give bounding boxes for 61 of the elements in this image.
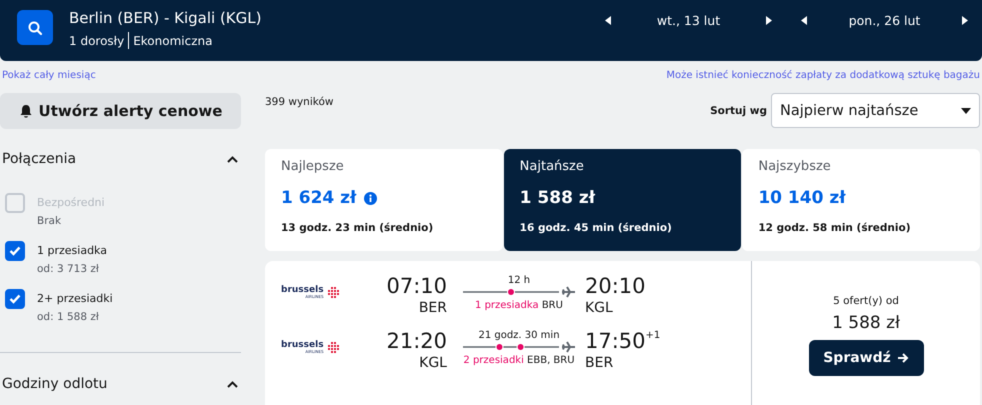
tab-label: Najszybsze <box>758 159 832 174</box>
passengers-text[interactable]: 1 dorosły <box>69 34 124 48</box>
checkbox[interactable] <box>5 289 25 309</box>
arrival-time: 17:50 <box>585 330 646 354</box>
tab-price: 10 140 zł <box>758 188 846 208</box>
price-alert-button[interactable]: Utwórz alerty cenowe <box>0 93 241 129</box>
arrival-time: 20:10 <box>585 275 646 298</box>
sort-tab[interactable]: Najlepsze 1 624 zł 13 godz. 23 min (średnio) <box>265 149 503 251</box>
flight-duration: 12 h <box>508 275 530 286</box>
check-button[interactable]: Sprawdź <box>808 340 924 376</box>
previous-date-icon[interactable] <box>605 16 611 25</box>
filter-heading: Godziny odlotu <box>2 376 108 392</box>
tab-duration: 13 godz. 23 min (średnio) <box>281 222 434 234</box>
filter-option-price: od: 3 713 zł <box>37 263 100 275</box>
stops-text: 2 przesiadki EBB, BRU <box>463 355 575 366</box>
filter-option-label: 1 przesiadka <box>37 244 107 257</box>
checkmark-icon <box>9 246 21 256</box>
tab-duration: 16 godz. 45 min (średnio) <box>520 222 673 234</box>
checkmark-icon <box>9 294 21 304</box>
day-offset: +1 <box>646 330 660 341</box>
offer-price: 1 588 zł <box>832 313 900 333</box>
tab-label: Najlepsze <box>281 159 345 174</box>
filter-option-label: 2+ przesiadki <box>37 292 113 305</box>
route-title[interactable]: Berlin (BER) - Kigali (KGL) <box>69 9 262 27</box>
airport-code: KGL <box>585 300 614 316</box>
flight-duration: 21 godz. 30 min <box>478 330 560 341</box>
filter-option-price: Brak <box>37 215 62 227</box>
caret-icon <box>961 108 971 114</box>
arrow-right-icon <box>896 352 909 364</box>
previous-date-icon[interactable] <box>801 16 807 25</box>
filter-option-price: od: 1 588 zł <box>37 311 100 323</box>
checkbox[interactable] <box>5 241 25 261</box>
sort-label: Sortuj wg <box>710 104 767 116</box>
date-selector[interactable]: wt., 13 lut <box>611 13 766 28</box>
tab-label: Najtańsze <box>520 159 585 174</box>
tab-price: 1 624 zł <box>281 188 356 208</box>
search-button[interactable] <box>17 10 53 45</box>
tab-price: 1 588 zł <box>520 188 596 208</box>
next-date-icon[interactable] <box>766 16 772 25</box>
offers-count: 5 ofert(y) od <box>833 295 899 307</box>
chevron-up-icon[interactable] <box>227 156 238 162</box>
cabin-class-text[interactable]: Ekonomiczna <box>133 34 212 48</box>
date-selector[interactable]: pon., 26 lut <box>807 13 962 28</box>
next-date-icon[interactable] <box>962 16 968 25</box>
show-month-link[interactable]: Pokaż cały miesiąc <box>2 70 96 85</box>
filter-heading: Połączenia <box>2 151 76 167</box>
sort-dropdown[interactable]: Najpierw najtańsze <box>771 93 980 128</box>
tab-duration: 12 godz. 58 min (średnio) <box>758 222 912 234</box>
info-icon[interactable] <box>364 192 378 204</box>
bell-icon <box>18 104 33 118</box>
airport-code: BER <box>585 355 614 372</box>
stops-text: 1 przesiadka BRU <box>475 300 563 311</box>
search-icon <box>27 20 43 36</box>
filter-option-label: Bezpośredni <box>37 196 105 209</box>
baggage-fee-link[interactable]: Może istnieć konieczność zapłaty za dodatkową sztukę bagażu <box>666 70 980 85</box>
airport-code: BER <box>418 300 447 316</box>
sort-tab[interactable]: Najszybsze 10 140 zł 12 godz. 58 min (średnio) <box>742 149 980 251</box>
chevron-up-icon[interactable] <box>227 380 238 388</box>
airport-code: KGL <box>419 355 447 372</box>
results-count: 399 wyników <box>265 96 334 108</box>
sort-tab[interactable]: Najtańsze 1 588 zł 16 godz. 45 min (średnio) <box>504 149 742 251</box>
